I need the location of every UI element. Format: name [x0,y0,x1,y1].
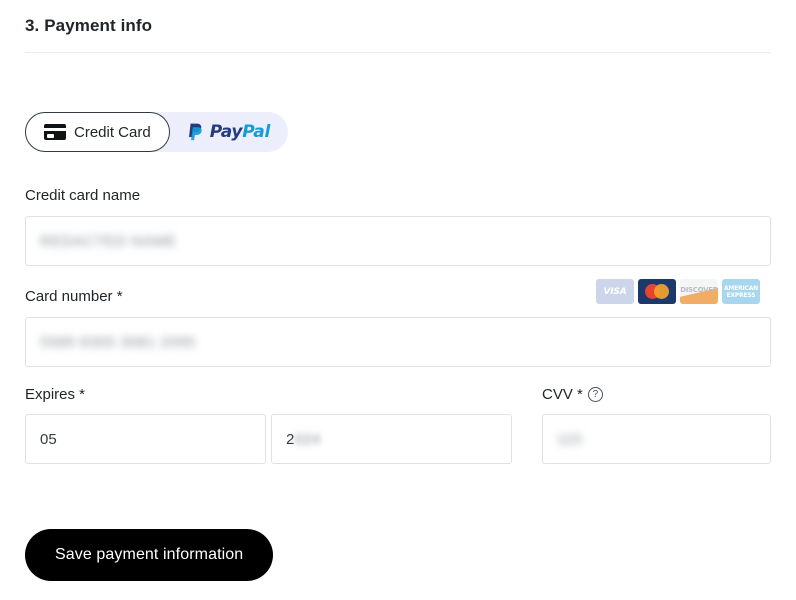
payment-method-paypal[interactable]: PayPal [170,112,288,152]
paypal-wordmark-pal: Pal [242,121,270,142]
expires-label: Expires * [25,386,86,403]
amex-label-line1: AMERICAN [723,284,759,292]
card-name-value: REDACTED NAME [40,232,177,250]
page-title: 3. Payment info [25,16,153,35]
amex-label: AMERICAN EXPRESS [724,285,758,299]
mastercard-icon [638,279,676,304]
visa-label: VISA [603,286,627,297]
amex-label-line2: EXPRESS [726,291,756,299]
amex-icon: AMERICAN EXPRESS [722,279,760,304]
cvv-value: 115 [557,430,583,448]
card-name-input[interactable]: REDACTED NAME [25,216,771,266]
discover-icon: DISCOVER [680,279,718,304]
mastercard-circle-orange [654,284,669,299]
payment-info-section: 3. Payment info Credit Card PayPal Credi… [0,0,796,600]
credit-card-icon [44,124,66,140]
discover-label: DISCOVER [680,286,718,294]
cvv-label-text: CVV * [542,386,583,403]
visa-icon: VISA [596,279,634,304]
paypal-logo: PayPal [188,123,270,142]
cvv-input[interactable]: 115 [542,414,771,464]
heading-divider [25,52,771,53]
paypal-wordmark-pay: Pay [209,121,243,142]
card-name-label: Credit card name [25,187,141,204]
card-number-label: Card number * [25,288,123,305]
expires-month-input[interactable]: 05 [25,414,266,464]
expires-year-value-suffix: 024 [294,430,321,448]
expires-year-value-prefix: 2 [286,430,295,448]
card-number-input[interactable]: 5589 8305 3081 2095 [25,317,771,367]
expires-year-input[interactable]: 2 024 [271,414,512,464]
question-mark-icon[interactable]: ? [587,387,603,402]
cvv-label: CVV * ? [542,386,603,403]
paypal-icon [188,123,202,140]
save-payment-information-button[interactable]: Save payment information [25,529,274,581]
card-number-value: 5589 8305 3081 2095 [40,333,196,351]
payment-method-credit-card-label: Credit Card [74,123,151,141]
expires-month-value: 05 [40,430,57,448]
payment-method-toggle: Credit Card PayPal [25,112,288,152]
payment-method-credit-card[interactable]: Credit Card [25,112,170,152]
accepted-card-brands: VISA DISCOVER AMERICAN EXPRESS [596,279,760,304]
paypal-wordmark: PayPal [209,121,271,142]
